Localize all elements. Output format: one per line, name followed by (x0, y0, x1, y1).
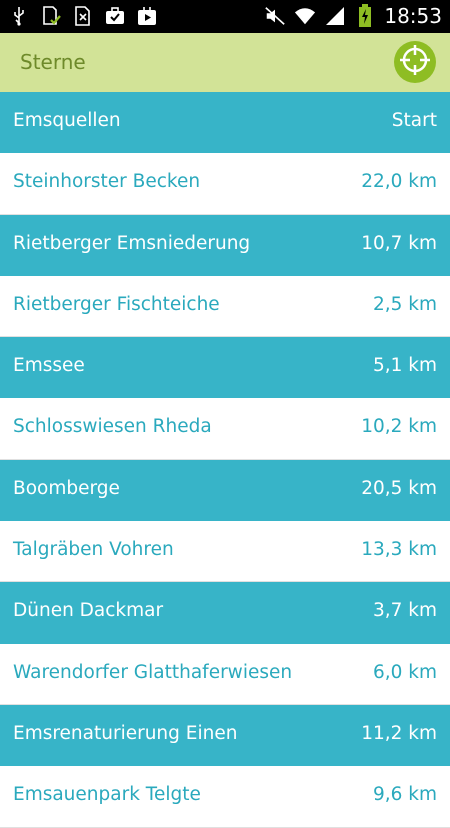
list-item[interactable]: Steinhorster Becken 22,0 km (0, 153, 450, 215)
list-item-name: Dünen Dackmar (13, 600, 164, 622)
locate-button[interactable] (394, 41, 436, 83)
list-item[interactable]: Rietberger Emsniederung 10,7 km (0, 214, 450, 276)
list-header-row[interactable]: Emsquellen Start (0, 92, 450, 154)
list-item-distance: 13,3 km (361, 539, 437, 561)
list-item-name: Schlosswiesen Rheda (13, 416, 212, 438)
list-item-distance: 9,6 km (372, 784, 437, 806)
list-item-name: Rietberger Emsniederung (13, 232, 251, 254)
list-item-distance: 10,7 km (361, 232, 437, 254)
list-item[interactable]: Warendorfer Glatthaferwiesen 6,0 km (0, 643, 450, 706)
status-bar: 18:53 (0, 0, 450, 33)
crosshair-locate-icon (398, 43, 432, 81)
list-item-distance: 6,0 km (372, 661, 437, 683)
list-item-name: Boomberge (13, 477, 120, 499)
list-item-name: Warendorfer Glatthaferwiesen (13, 661, 293, 683)
list-item[interactable]: Emsrenaturierung Einen 11,2 km (0, 704, 450, 767)
list-item-distance: 10,2 km (361, 416, 437, 438)
list-item-distance: 3,7 km (372, 600, 437, 622)
sd-card-check-icon (40, 5, 62, 27)
list-item-name: Emsauenpark Telgte (13, 784, 201, 806)
list-item-distance: 22,0 km (361, 171, 437, 193)
list-item[interactable]: Dünen Dackmar 3,7 km (0, 582, 450, 644)
list-item-distance: 2,5 km (372, 293, 437, 315)
list-item-name: Emssee (13, 355, 85, 377)
list-item-name: Steinhorster Becken (13, 171, 201, 193)
list-item[interactable]: Rietberger Fischteiche 2,5 km (0, 275, 450, 338)
page-title: Sterne (20, 50, 86, 74)
list-item-distance: 20,5 km (361, 477, 437, 499)
list-item-name: Talgräben Vohren (13, 539, 174, 561)
wifi-icon (294, 5, 316, 27)
list-item[interactable]: Emsauenpark Telgte 9,6 km (0, 766, 450, 828)
battery-charging-icon (354, 4, 376, 27)
play-store-icon (136, 5, 158, 27)
list-item-name: Emsquellen (13, 110, 121, 131)
station-list: Emsquellen Start Steinhorster Becken 22,… (0, 92, 450, 828)
signal-icon (324, 5, 346, 27)
status-right-icons: 18:53 (264, 4, 442, 28)
no-sim-icon (72, 5, 94, 27)
app-bar: Sterne (0, 33, 450, 92)
mute-icon (264, 5, 286, 27)
list-item-name: Emsrenaturierung Einen (13, 722, 238, 744)
list-item-distance: Start (391, 110, 437, 131)
list-item[interactable]: Schlosswiesen Rheda 10,2 km (0, 398, 450, 461)
usb-icon (8, 5, 30, 27)
status-left-icons (8, 5, 158, 27)
list-item-name: Rietberger Fischteiche (13, 293, 220, 315)
briefcase-icon (104, 5, 126, 27)
list-item-distance: 5,1 km (372, 355, 437, 377)
list-item[interactable]: Emssee 5,1 km (0, 337, 450, 399)
list-item-distance: 11,2 km (361, 722, 437, 744)
status-clock: 18:53 (384, 4, 442, 28)
list-item[interactable]: Talgräben Vohren 13,3 km (0, 521, 450, 583)
list-item[interactable]: Boomberge 20,5 km (0, 459, 450, 522)
